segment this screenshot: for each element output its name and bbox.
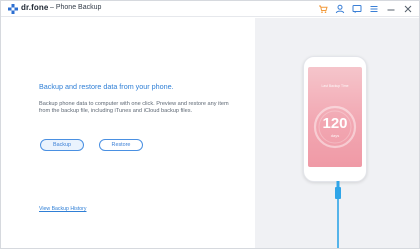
brand-name: dr.fone bbox=[21, 3, 49, 12]
phone-illustration: Last Backup Time 120 days bbox=[303, 56, 367, 182]
page-description: Backup phone data to computer with one c… bbox=[39, 101, 229, 115]
module-title: – Phone Backup bbox=[50, 3, 102, 11]
phone-screen: Last Backup Time 120 days bbox=[308, 67, 362, 167]
backup-button[interactable]: Backup bbox=[40, 139, 84, 151]
feedback-icon[interactable] bbox=[352, 4, 362, 14]
minimize-icon[interactable] bbox=[386, 4, 396, 14]
days-since-backup-value: 120 bbox=[322, 115, 348, 132]
module-title-text: Phone Backup bbox=[55, 3, 102, 11]
view-backup-history-link[interactable]: View Backup History bbox=[39, 206, 86, 212]
page-headline: Backup and restore data from your phone. bbox=[39, 82, 174, 91]
title-bar: dr.fone – Phone Backup bbox=[1, 1, 419, 17]
close-icon[interactable] bbox=[403, 4, 413, 14]
phone-illustration-panel: Last Backup Time 120 days bbox=[255, 18, 419, 248]
usb-cable-icon bbox=[335, 181, 341, 248]
restore-button[interactable]: Restore bbox=[99, 139, 143, 151]
last-backup-label: Last Backup Time bbox=[321, 84, 349, 88]
cart-icon[interactable] bbox=[318, 4, 328, 14]
days-unit-label: days bbox=[330, 133, 340, 138]
app-window: dr.fone – Phone Backup Backup and restor… bbox=[0, 0, 420, 249]
backup-content-panel: Backup and restore data from your phone.… bbox=[1, 18, 255, 248]
drfone-logo-icon bbox=[8, 4, 18, 14]
account-icon[interactable] bbox=[335, 4, 345, 14]
title-bar-controls bbox=[318, 4, 413, 14]
menu-icon[interactable] bbox=[369, 4, 379, 14]
